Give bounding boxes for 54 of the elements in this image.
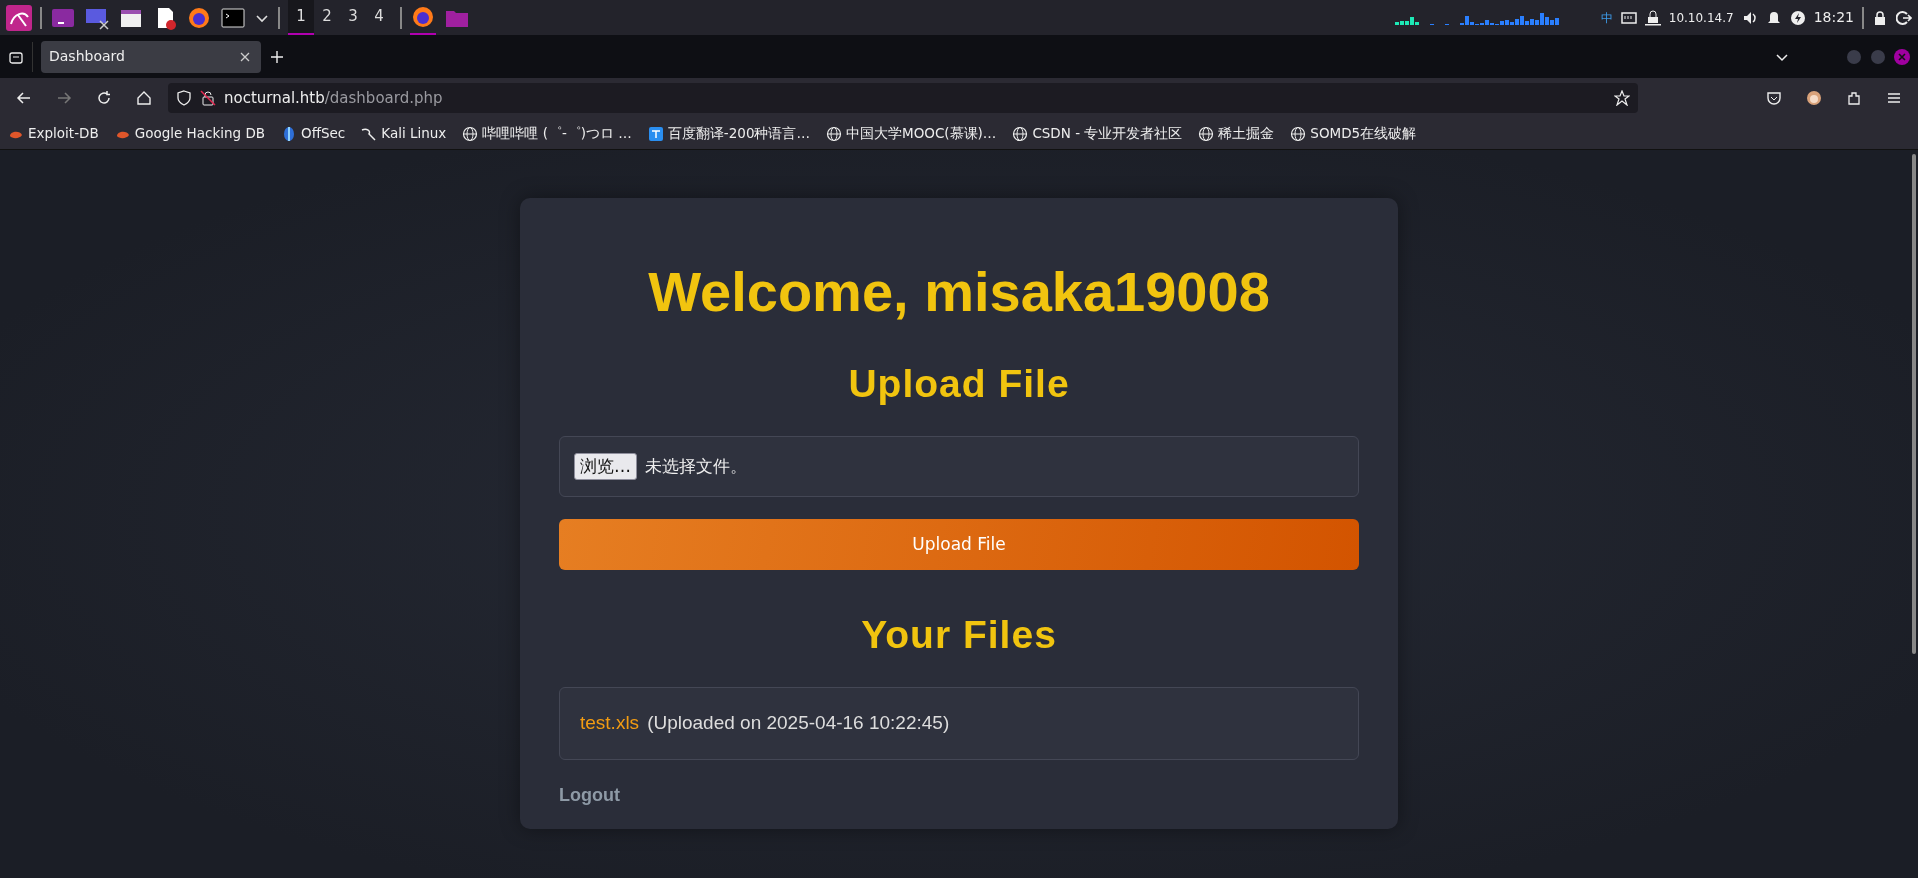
- welcome-heading: Welcome, misaka19008: [648, 260, 1270, 323]
- pocket-icon[interactable]: [1766, 90, 1782, 106]
- menu-icon[interactable]: [1886, 90, 1902, 106]
- bookmark-item[interactable]: CSDN - 专业开发者社区: [1012, 123, 1183, 144]
- logout-link[interactable]: Logout: [559, 781, 620, 809]
- bookmark-item[interactable]: 中国大学MOOC(慕课)…: [826, 123, 997, 144]
- new-tab-icon[interactable]: [269, 48, 285, 65]
- upload-button[interactable]: Upload File: [559, 519, 1359, 570]
- close-window-icon[interactable]: [1894, 48, 1910, 65]
- globe-icon: [462, 125, 479, 142]
- clock: 18:21: [1813, 8, 1854, 27]
- bookmark-item[interactable]: OffSec: [281, 123, 346, 144]
- back-icon[interactable]: [16, 90, 32, 106]
- browser-tab[interactable]: Dashboard: [41, 40, 261, 73]
- file-link[interactable]: test.xls: [580, 709, 640, 738]
- lock-icon[interactable]: [1872, 9, 1888, 26]
- shield-icon[interactable]: [176, 90, 192, 106]
- kali-menu-icon[interactable]: [6, 4, 32, 31]
- workspace-tab[interactable]: 1: [288, 0, 314, 35]
- address-bar[interactable]: nocturnal.htb/dashboard.php: [168, 83, 1638, 113]
- vpn-lock-icon[interactable]: [1644, 9, 1661, 26]
- bookmark-item[interactable]: SOMD5在线破解: [1290, 123, 1417, 144]
- globe-icon: [1198, 125, 1215, 142]
- home-icon[interactable]: [136, 90, 152, 106]
- power-icon[interactable]: [1789, 9, 1806, 26]
- network-icon[interactable]: [1620, 9, 1637, 26]
- bookmark-item[interactable]: 稀土掘金: [1198, 123, 1275, 144]
- bookmark-star-icon[interactable]: [1614, 90, 1630, 106]
- insecure-lock-icon[interactable]: [200, 90, 216, 106]
- globe-icon: [1012, 125, 1029, 142]
- reload-icon[interactable]: [96, 90, 112, 106]
- bookmark-item[interactable]: Exploit-DB: [8, 123, 99, 144]
- bookmark-item[interactable]: 哔哩哔哩 (゜-゜)つロ …: [462, 123, 632, 144]
- account-avatar-icon[interactable]: [1806, 90, 1822, 106]
- bookmark-item[interactable]: Kali Linux: [361, 123, 447, 144]
- workspace-tab[interactable]: 3: [340, 0, 366, 35]
- forward-icon[interactable]: [56, 90, 72, 106]
- logout-icon[interactable]: [1896, 9, 1912, 26]
- file-input[interactable]: 浏览… 未选择文件。: [559, 436, 1359, 497]
- section-heading: Your Files: [861, 613, 1057, 656]
- input-method-indicator[interactable]: 中: [1600, 8, 1613, 27]
- workspace-tab[interactable]: 4: [366, 0, 392, 35]
- workspace-tab[interactable]: 2: [314, 0, 340, 35]
- browse-button[interactable]: 浏览…: [574, 452, 637, 481]
- ip-address: 10.10.14.7: [1668, 9, 1734, 27]
- globe-icon: [826, 125, 842, 142]
- extensions-icon[interactable]: [1846, 90, 1862, 106]
- bookmark-item[interactable]: 百度翻译-200种语言…: [647, 123, 810, 144]
- section-heading: Upload File: [848, 362, 1070, 406]
- bookmark-item[interactable]: Google Hacking DB: [114, 123, 266, 144]
- globe-icon: [1290, 125, 1307, 142]
- translate-icon: [647, 125, 664, 142]
- file-status: 未选择文件。: [645, 454, 747, 478]
- upload-date: (Uploaded on 2025-04-16 10:22:45): [647, 711, 950, 736]
